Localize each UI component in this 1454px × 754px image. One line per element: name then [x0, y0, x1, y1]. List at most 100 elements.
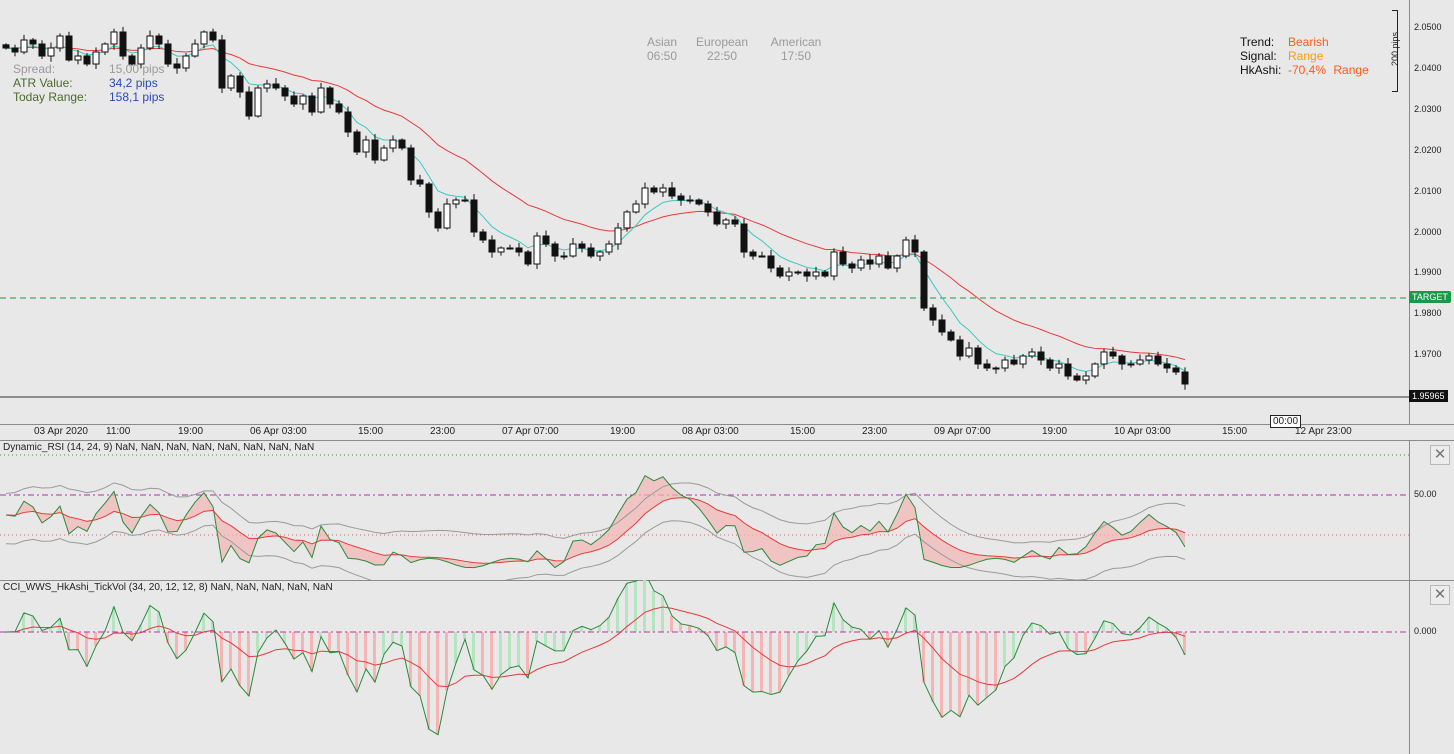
- candle-bullish: [254, 87, 262, 117]
- candle-bearish: [524, 251, 532, 265]
- time-tick: 03 Apr 2020: [34, 426, 88, 437]
- cci-histogram-bar: [499, 632, 502, 675]
- candle-bearish: [1046, 359, 1054, 369]
- candle-bullish: [614, 227, 622, 245]
- candle-bearish: [209, 31, 217, 41]
- candle-bullish: [902, 239, 910, 257]
- session-asian: Asian 06:50: [647, 35, 677, 63]
- candle-bullish: [785, 271, 793, 277]
- session-asian-name: Asian: [647, 35, 678, 49]
- cci-histogram-bar: [688, 625, 691, 632]
- candle-bullish: [74, 55, 82, 61]
- hkashi-value: Range: [1333, 63, 1369, 77]
- candle-bullish: [965, 347, 973, 357]
- price-chart-panel[interactable]: Spread: 15,00 pips ATR Value: 34,2 pips To…: [0, 0, 1409, 437]
- price-tick: 2.0100: [1414, 186, 1442, 196]
- candle-bullish: [812, 271, 820, 277]
- price-tick: 1.9700: [1414, 349, 1442, 359]
- cci-histogram-bar: [373, 632, 376, 683]
- spread-value: 15,00 pips: [109, 62, 165, 76]
- candle-bullish: [461, 199, 469, 202]
- candle-bearish: [1109, 351, 1117, 357]
- cci-histogram-bar: [769, 632, 772, 695]
- candle-bearish: [416, 179, 424, 185]
- spread-label: Spread:: [13, 62, 56, 76]
- cci-histogram-bar: [562, 632, 565, 651]
- candle-bearish: [767, 255, 775, 269]
- cci-histogram-bar: [1084, 632, 1087, 654]
- candle-bearish: [578, 243, 586, 249]
- time-tick: 15:00: [790, 426, 816, 437]
- cci-panel[interactable]: CCI_WWS_HkAshi_TickVol (34, 20, 12, 12, …: [0, 580, 1409, 754]
- candle-bullish: [56, 35, 64, 49]
- candle-bullish: [452, 199, 460, 205]
- candle-bullish: [596, 251, 604, 257]
- cci-histogram-bar: [76, 632, 79, 650]
- cci-histogram-bar: [310, 632, 313, 672]
- cci-histogram-bar: [382, 632, 385, 655]
- candle-bearish: [308, 95, 316, 113]
- candle-bearish: [776, 267, 784, 277]
- range-value: 158,1 pips: [109, 90, 165, 104]
- candle-bearish: [551, 243, 559, 257]
- rsi-close-button[interactable]: ✕: [1430, 445, 1450, 465]
- cci-histogram-bar: [751, 632, 754, 693]
- cci-axis[interactable]: 0.000: [1409, 580, 1454, 754]
- signal-label: Signal:: [1240, 49, 1277, 63]
- candle-bearish: [1073, 375, 1081, 381]
- candle-bullish: [1145, 355, 1153, 361]
- session-european: European 22:50: [694, 35, 750, 63]
- cci-histogram-bar: [976, 632, 979, 706]
- cci-histogram-bar: [454, 632, 457, 663]
- ema-slow-line: [5, 46, 1186, 361]
- candle-bullish: [1136, 359, 1144, 365]
- time-tick: 07 Apr 07:00: [502, 426, 559, 437]
- price-tick: 2.0300: [1414, 104, 1442, 114]
- time-tick: 19:00: [1042, 426, 1068, 437]
- time-tick: 06 Apr 03:00: [250, 426, 307, 437]
- candle-bearish: [398, 139, 406, 149]
- cci-histogram-bar: [940, 632, 943, 718]
- cci-close-button[interactable]: ✕: [1430, 585, 1450, 605]
- range-label: Today Range:: [13, 90, 88, 104]
- candle-bearish: [650, 187, 658, 193]
- target-price-tag: TARGET: [1409, 291, 1451, 303]
- cci-histogram-bar: [184, 632, 187, 651]
- session-american: American 17:50: [768, 35, 824, 63]
- candle-bearish: [479, 231, 487, 241]
- candle-bearish: [236, 75, 244, 93]
- candle-bearish: [11, 47, 19, 53]
- rsi-chart-svg: [0, 454, 1409, 580]
- candle-bullish: [443, 203, 451, 229]
- candle-bearish: [866, 259, 874, 265]
- time-tick: 19:00: [178, 426, 204, 437]
- candle-bullish: [47, 47, 55, 57]
- cci-histogram-bar: [625, 583, 628, 632]
- rsi-panel[interactable]: Dynamic_RSI (14, 24, 9) NaN, NaN, NaN, N…: [0, 440, 1409, 581]
- cci-histogram-bar: [607, 617, 610, 632]
- candle-bearish: [587, 247, 595, 257]
- candle-bullish: [317, 87, 325, 113]
- hkashi-pct: -70,4%: [1288, 63, 1327, 77]
- price-tick: 1.9900: [1414, 267, 1442, 277]
- price-tick: 2.0500: [1414, 22, 1442, 32]
- price-tick: 2.0400: [1414, 63, 1442, 73]
- candle-bearish: [2, 44, 10, 49]
- candle-bullish: [1127, 363, 1135, 366]
- candle-bullish: [533, 235, 541, 265]
- ema-fast-line: [5, 44, 1186, 372]
- cci-histogram-bar: [535, 632, 538, 641]
- candle-bearish: [803, 271, 811, 277]
- candle-bullish: [191, 43, 199, 57]
- candle-bullish: [758, 255, 766, 258]
- cci-line: [5, 580, 1186, 736]
- candle-bullish: [623, 211, 631, 229]
- price-axis[interactable]: 2.0500 2.0400 2.0300 2.0200 2.0100 2.000…: [1409, 0, 1454, 425]
- candle-bearish: [821, 271, 829, 277]
- scale-label: 200 pips: [1390, 31, 1400, 67]
- candle-bearish: [119, 31, 127, 57]
- candle-bullish: [830, 251, 838, 277]
- candle-bearish: [542, 235, 550, 245]
- price-chart-svg: [0, 26, 1409, 398]
- candle-bearish: [713, 211, 721, 225]
